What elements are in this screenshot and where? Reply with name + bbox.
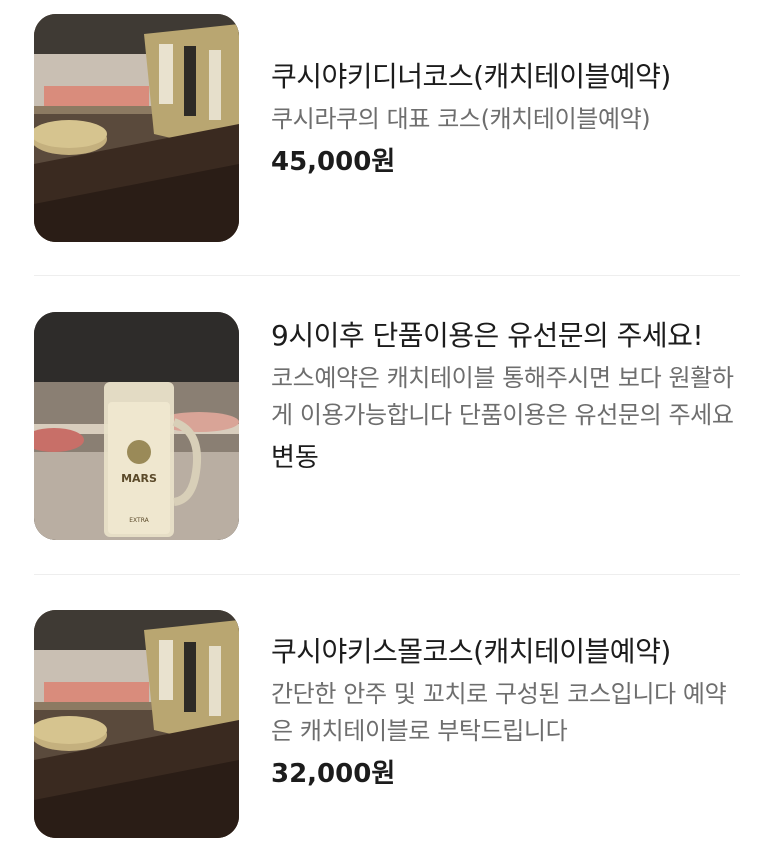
menu-item-photo: [34, 610, 239, 838]
menu-item-price: 32,000원: [271, 759, 396, 789]
highball-glass-photo-icon: MARS EXTRA: [34, 312, 239, 540]
menu-item-info: 쿠시야키디너코스(캐치테이블예약) 쿠시라쿠의 대표 코스(캐치테이블예약) 4…: [271, 55, 741, 182]
menu-item[interactable]: MARS EXTRA 9시이후 단품이용은 유선문의 주세요! 코스예약은 캐치…: [0, 276, 773, 574]
glass-brand-label: MARS: [121, 472, 157, 485]
menu-item-photo: [34, 14, 239, 242]
menu-item-description: 쿠시라쿠의 대표 코스(캐치테이블예약): [271, 105, 651, 133]
menu-item-title: 쿠시야키디너코스(캐치테이블예약): [271, 60, 671, 93]
menu-item-info: 9시이후 단품이용은 유선문의 주세요! 코스예약은 캐치테이블 통해주시면 보…: [271, 314, 741, 478]
menu-item-photo: MARS EXTRA: [34, 312, 239, 540]
skewer-counter-photo-icon: [34, 14, 239, 242]
menu-item[interactable]: 쿠시야키디너코스(캐치테이블예약) 쿠시라쿠의 대표 코스(캐치테이블예약) 4…: [0, 0, 773, 275]
menu-item-price: 45,000원: [271, 147, 396, 177]
menu-item-title: 쿠시야키스몰코스(캐치테이블예약): [271, 635, 671, 668]
menu-item-info: 쿠시야키스몰코스(캐치테이블예약) 간단한 안주 및 꼬치로 구성된 코스입니다…: [271, 630, 741, 794]
skewer-counter-photo-icon: [34, 610, 239, 838]
glass-sub-label: EXTRA: [129, 517, 149, 524]
menu-list: 쿠시야키디너코스(캐치테이블예약) 쿠시라쿠의 대표 코스(캐치테이블예약) 4…: [0, 0, 773, 855]
menu-item-title: 9시이후 단품이용은 유선문의 주세요!: [271, 319, 704, 352]
menu-item[interactable]: 쿠시야키스몰코스(캐치테이블예약) 간단한 안주 및 꼬치로 구성된 코스입니다…: [0, 575, 773, 855]
menu-item-price: 변동: [271, 443, 319, 473]
menu-item-description: 코스예약은 캐치테이블 통해주시면 보다 원활하게 이용가능합니다 단품이용은 …: [271, 364, 734, 429]
menu-item-description: 간단한 안주 및 꼬치로 구성된 코스입니다 예약은 캐치테이블로 부탁드립니다: [271, 680, 727, 745]
